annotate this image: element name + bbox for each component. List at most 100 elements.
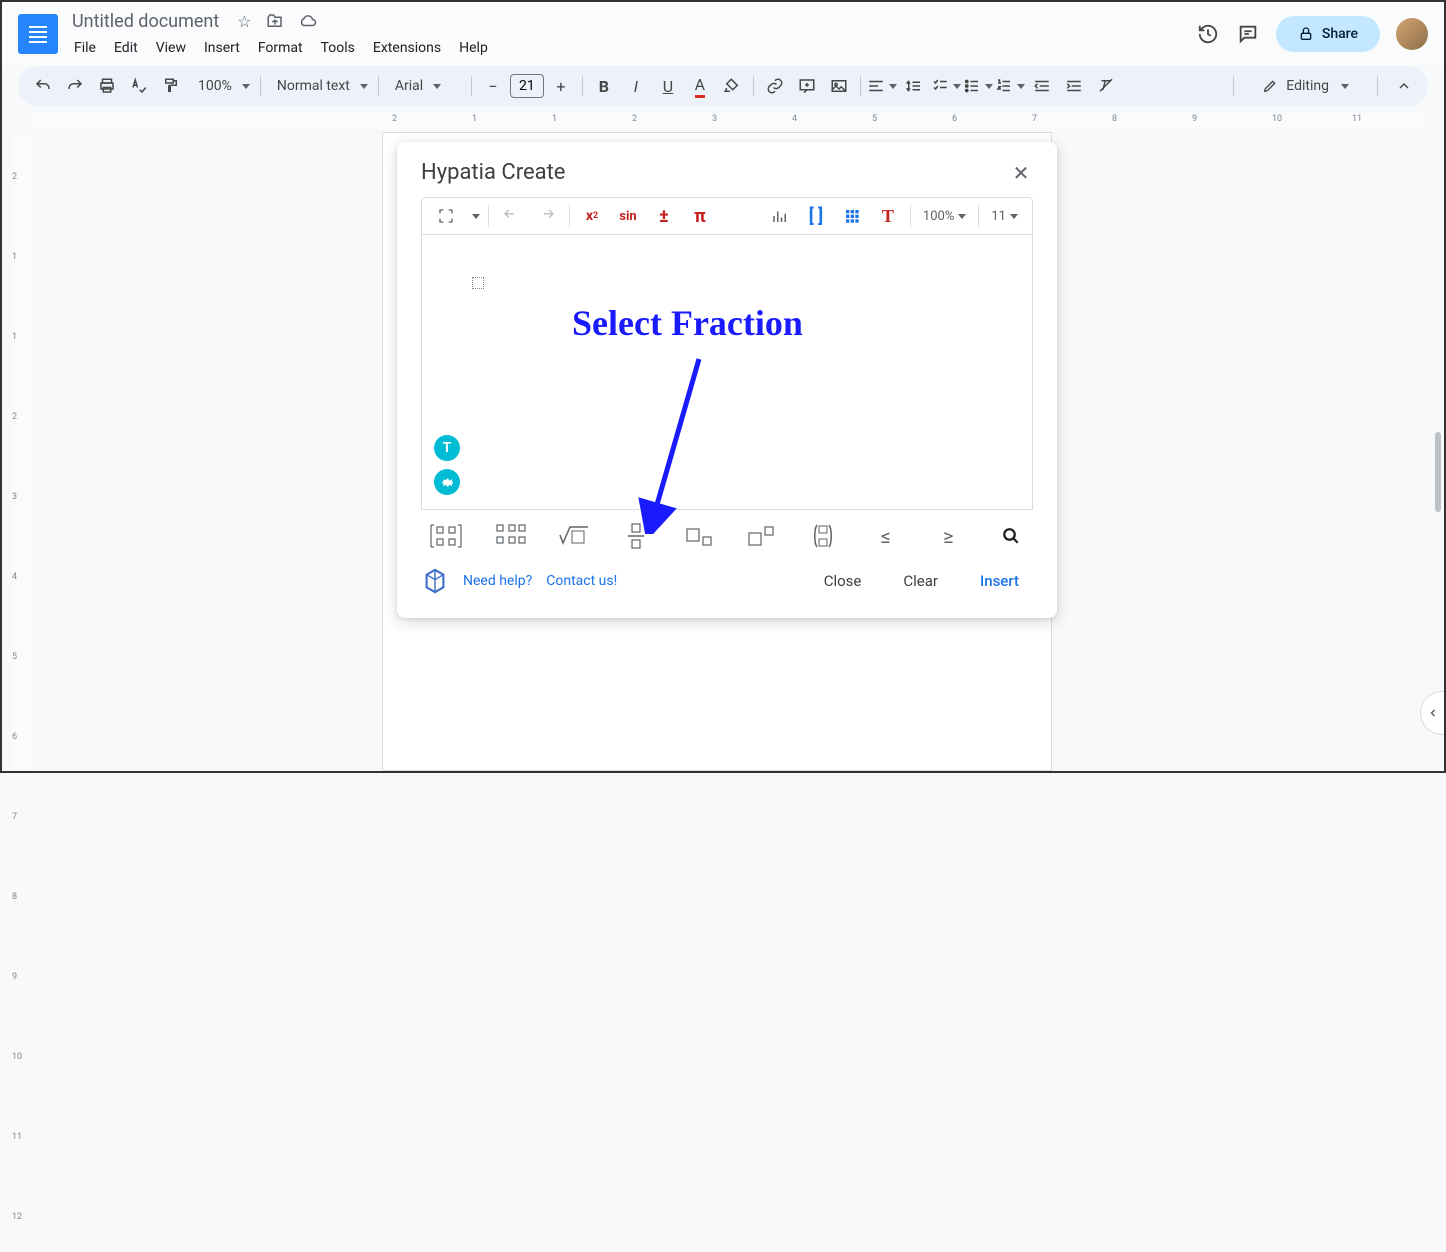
- lessequal-icon[interactable]: ≤: [870, 522, 902, 550]
- zoom-dropdown[interactable]: 100%: [188, 78, 254, 94]
- superscript-template[interactable]: [745, 522, 777, 550]
- separator: [1233, 76, 1234, 96]
- contact-us-link[interactable]: Contact us!: [546, 573, 617, 589]
- subscript-template[interactable]: [682, 522, 714, 550]
- need-help-link[interactable]: Need help?: [463, 573, 532, 589]
- matrix-template[interactable]: [427, 522, 465, 550]
- menu-view[interactable]: View: [148, 36, 194, 60]
- decrease-indent-button[interactable]: [1027, 71, 1057, 101]
- title-icons: ☆: [237, 12, 317, 31]
- menu-extensions[interactable]: Extensions: [365, 36, 449, 60]
- plusminus-icon[interactable]: ±: [648, 202, 680, 230]
- font-dropdown[interactable]: Arial: [385, 78, 465, 94]
- separator: [488, 205, 489, 227]
- separator: [753, 76, 754, 96]
- equation-canvas[interactable]: T: [421, 235, 1033, 510]
- print-button[interactable]: [92, 71, 122, 101]
- menu-insert[interactable]: Insert: [196, 36, 248, 60]
- decrease-font-button[interactable]: −: [478, 71, 508, 101]
- brackets-icon[interactable]: [ ]: [800, 202, 832, 230]
- collapse-toolbar-button[interactable]: [1390, 72, 1418, 100]
- bold-button[interactable]: B: [589, 71, 619, 101]
- horizontal-ruler: 21 12 34 56 78 910 1112 1314 15: [32, 114, 1424, 130]
- search-icon[interactable]: [995, 522, 1027, 550]
- clear-button[interactable]: Clear: [889, 564, 952, 598]
- checklist-button[interactable]: [931, 71, 961, 101]
- dropdown-icon[interactable]: [466, 202, 482, 230]
- bullet-list-button[interactable]: [963, 71, 993, 101]
- redo-icon[interactable]: [531, 202, 563, 230]
- modal-title: Hypatia Create: [421, 160, 565, 185]
- separator: [860, 76, 861, 96]
- fullscreen-icon[interactable]: [430, 202, 462, 230]
- bars-icon[interactable]: [764, 202, 796, 230]
- star-icon[interactable]: ☆: [237, 12, 251, 31]
- highlight-button[interactable]: [717, 71, 747, 101]
- undo-button[interactable]: [28, 71, 58, 101]
- editing-mode-button[interactable]: Editing: [1246, 72, 1365, 100]
- modal-header: Hypatia Create ✕: [397, 142, 1057, 197]
- pi-icon[interactable]: π: [684, 202, 716, 230]
- header-right: Share: [1196, 16, 1428, 52]
- spellcheck-button[interactable]: [124, 71, 154, 101]
- close-button[interactable]: Close: [810, 564, 876, 598]
- menu-file[interactable]: File: [66, 36, 104, 60]
- exponent-icon[interactable]: x2: [576, 202, 608, 230]
- greaterequal-icon[interactable]: ≥: [932, 522, 964, 550]
- font-size-input[interactable]: 21: [510, 74, 544, 98]
- document-title[interactable]: Untitled document: [66, 9, 225, 34]
- main-toolbar: 100% Normal text Arial − 21 + B I U A Ed…: [18, 66, 1428, 106]
- menu-help[interactable]: Help: [451, 36, 496, 60]
- separator: [569, 205, 570, 227]
- clear-format-button[interactable]: [1091, 71, 1121, 101]
- grid-template[interactable]: [495, 522, 527, 550]
- modal-close-button[interactable]: ✕: [1009, 161, 1033, 185]
- hypatia-logo-icon: [421, 567, 449, 595]
- paint-format-button[interactable]: [156, 71, 186, 101]
- text-icon[interactable]: T: [872, 202, 904, 230]
- separator: [582, 76, 583, 96]
- grid-icon[interactable]: [836, 202, 868, 230]
- modal-zoom-dropdown[interactable]: 100%: [917, 202, 972, 230]
- title-row: Untitled document ☆: [66, 9, 1196, 34]
- cloud-status-icon[interactable]: [298, 12, 318, 31]
- comments-icon[interactable]: [1236, 22, 1260, 46]
- menu-edit[interactable]: Edit: [106, 36, 146, 60]
- align-button[interactable]: [867, 71, 897, 101]
- insert-button[interactable]: Insert: [966, 564, 1033, 598]
- comment-button[interactable]: [792, 71, 822, 101]
- text-mode-button[interactable]: T: [434, 435, 460, 461]
- underline-button[interactable]: U: [653, 71, 683, 101]
- binomial-template[interactable]: [807, 522, 839, 550]
- redo-button[interactable]: [60, 71, 90, 101]
- menu-tools[interactable]: Tools: [313, 36, 363, 60]
- fraction-template[interactable]: [620, 522, 652, 550]
- increase-font-button[interactable]: +: [546, 71, 576, 101]
- scroll-thumb[interactable]: [1435, 432, 1441, 512]
- root-template[interactable]: [557, 522, 589, 550]
- user-avatar[interactable]: [1396, 18, 1428, 50]
- separator: [378, 76, 379, 96]
- numbered-list-button[interactable]: [995, 71, 1025, 101]
- history-icon[interactable]: [1196, 22, 1220, 46]
- text-color-button[interactable]: A: [685, 71, 715, 101]
- line-spacing-button[interactable]: [899, 71, 929, 101]
- sin-icon[interactable]: sin: [612, 202, 644, 230]
- share-button[interactable]: Share: [1276, 16, 1380, 52]
- menu-format[interactable]: Format: [250, 36, 311, 60]
- move-icon[interactable]: [266, 12, 284, 31]
- italic-button[interactable]: I: [621, 71, 651, 101]
- modal-fontsize-dropdown[interactable]: 11: [985, 202, 1024, 230]
- menu-bar: File Edit View Insert Format Tools Exten…: [66, 36, 1196, 60]
- vertical-scrollbar[interactable]: [1434, 132, 1442, 412]
- link-button[interactable]: [760, 71, 790, 101]
- image-button[interactable]: [824, 71, 854, 101]
- increase-indent-button[interactable]: [1059, 71, 1089, 101]
- paragraph-style-dropdown[interactable]: Normal text: [267, 78, 372, 94]
- modal-footer: Need help? Contact us! Close Clear Inser…: [397, 550, 1057, 618]
- equation-placeholder: [472, 277, 484, 289]
- settings-button[interactable]: [434, 469, 460, 495]
- side-panel-toggle[interactable]: [1420, 691, 1444, 735]
- docs-logo-icon[interactable]: [18, 14, 58, 54]
- undo-icon[interactable]: [495, 202, 527, 230]
